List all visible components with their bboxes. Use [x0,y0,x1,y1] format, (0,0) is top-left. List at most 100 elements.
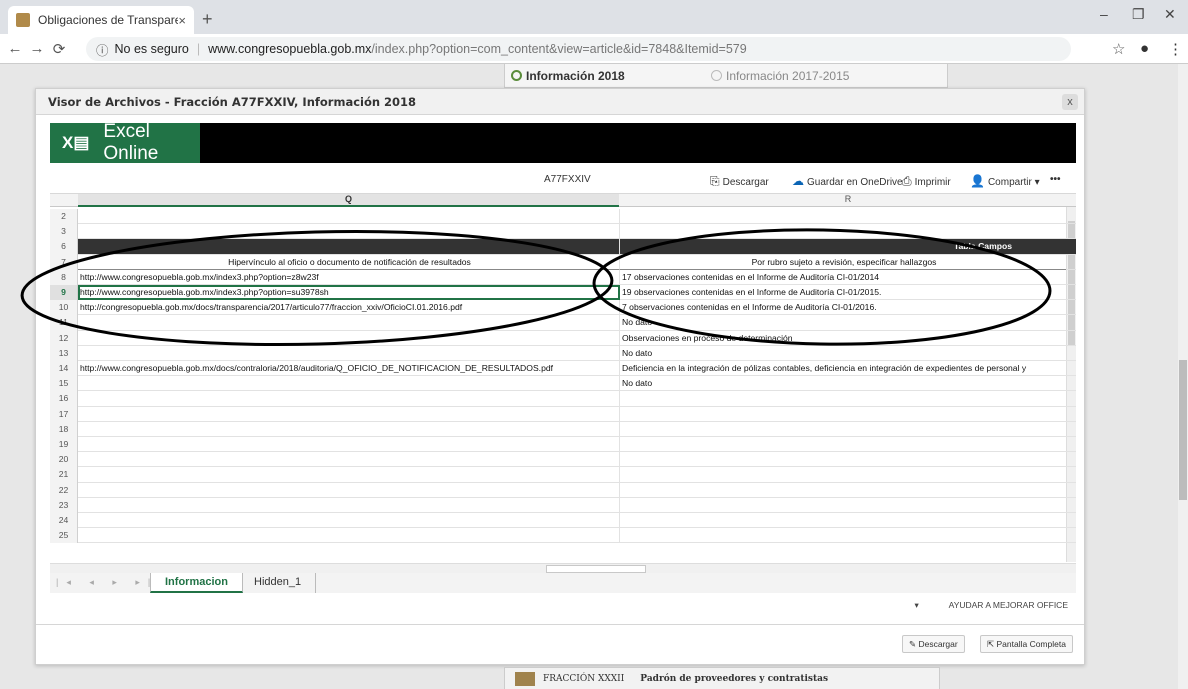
footer-download-button[interactable]: ✎ Descargar [902,635,965,653]
row-number[interactable]: 19 [50,437,78,453]
table-row[interactable]: 24 [50,513,1076,529]
print-button[interactable]: ⎙ Imprimir [902,174,951,189]
cell-r[interactable] [620,209,1066,224]
table-row[interactable]: 13 No dato [50,345,1076,361]
row-number[interactable]: 17 [50,406,78,422]
cell-r[interactable]: No dato [620,376,1066,391]
cell-q[interactable] [78,315,620,331]
cell-q[interactable] [78,345,620,361]
table-row[interactable]: 6 Tabla Campos [50,239,1076,255]
page-scroll-thumb[interactable] [1179,360,1187,500]
cell-r[interactable] [620,407,1066,422]
cell-r[interactable]: Observaciones en proceso de determinació… [620,331,1066,346]
row-number[interactable]: 13 [50,345,78,361]
window-minimize-button[interactable]: – [1100,6,1108,22]
row-number[interactable]: 18 [50,421,78,437]
cell-q[interactable] [78,421,620,437]
url-field[interactable]: ⓘ No es seguro | www.congresopuebla.gob.… [86,37,1071,61]
row-number[interactable]: 25 [50,528,78,544]
row-number[interactable]: 12 [50,330,78,346]
option-2018[interactable]: Información 2018 [505,69,705,83]
table-row[interactable]: 20 [50,452,1076,468]
row-number[interactable]: 9 [50,285,78,301]
table-row[interactable]: 10 http://congresopuebla.gob.mx/docs/tran… [50,300,1076,316]
cell-q[interactable] [78,482,620,498]
menu-kebab-icon[interactable]: ⋮ [1168,40,1183,58]
cell-r[interactable] [620,437,1066,452]
forward-arrow-icon[interactable]: → [26,40,48,57]
excel-logo[interactable]: X▤ Excel Online [50,121,200,164]
table-row[interactable]: 18 [50,421,1076,437]
cell-r[interactable] [620,422,1066,437]
cell-q[interactable] [78,497,620,513]
info-icon[interactable]: ⓘ [96,40,109,59]
table-row[interactable]: 19 [50,437,1076,453]
more-options-button[interactable]: ••• [1050,174,1061,185]
cell-r[interactable]: Por rubro sujeto a revisión, especificar… [620,255,1066,270]
spreadsheet-grid[interactable]: Q R 2 3 6 Tabla Campos 7 Hipervínculo al ofic… [50,193,1076,562]
table-row[interactable]: 3 [50,224,1076,240]
dropdown-caret-icon[interactable]: ▾ [914,600,918,610]
table-row[interactable]: 21 [50,467,1076,483]
row-number[interactable]: 23 [50,497,78,513]
cell-r[interactable] [620,467,1066,482]
table-row[interactable]: 17 [50,406,1076,422]
bookmark-star-icon[interactable]: ☆ [1112,40,1125,58]
row-number[interactable]: 14 [50,361,78,377]
cell-r[interactable] [620,224,1066,239]
radio-selected-icon[interactable] [511,70,522,81]
row-number[interactable]: 16 [50,391,78,407]
cell-r[interactable]: Deficiencia en la integración de pólizas… [620,361,1066,376]
sheet-tab-informacion[interactable]: Informacion [150,573,243,593]
page-scrollbar[interactable] [1178,64,1188,689]
row-number[interactable]: 7 [50,254,78,270]
cell-q[interactable] [78,224,620,240]
table-row[interactable]: 22 [50,482,1076,498]
browser-tab[interactable]: Obligaciones de Transparencia × [8,6,194,34]
table-row[interactable]: 7 Hipervínculo al oficio o documento de n… [50,254,1076,270]
fullscreen-button[interactable]: ⇱ Pantalla Completa [980,635,1073,653]
row-number[interactable]: 21 [50,467,78,483]
cell-q[interactable] [78,391,620,407]
cell-q[interactable] [78,452,620,468]
cell-q[interactable] [78,513,620,529]
row-number[interactable]: 8 [50,269,78,285]
back-arrow-icon[interactable]: ← [4,40,26,57]
cell-r[interactable] [620,391,1066,406]
table-row[interactable]: 9 http://www.congresopuebla.gob.mx/index3… [50,285,1076,301]
table-row[interactable]: 15 No dato [50,376,1076,392]
row-number[interactable]: 20 [50,452,78,468]
table-row[interactable]: 12 Observaciones en proceso de determinac… [50,330,1076,346]
horizontal-scrollbar[interactable] [50,563,1076,573]
cell-r[interactable] [620,483,1066,498]
row-number[interactable]: 11 [50,315,78,331]
radio-unselected-icon[interactable] [711,70,722,81]
row-number[interactable]: 15 [50,376,78,392]
row-number[interactable]: 2 [50,209,78,225]
row-number[interactable]: 6 [50,239,78,255]
cell-q[interactable]: http://www.congresopuebla.gob.mx/index3.… [78,269,620,285]
sheet-nav-arrows-icon[interactable]: |◂ ◂ ▸ ▸| [56,577,158,588]
tab-close-icon[interactable]: × [178,13,186,28]
cell-q[interactable]: http://www.congresopuebla.gob.mx/docs/co… [78,361,620,377]
help-improve-office[interactable]: ▾ AYUDAR A MEJORAR OFFICE [914,600,1068,611]
cell-q[interactable]: http://congresopuebla.gob.mx/docs/transp… [78,300,620,316]
table-row[interactable]: 23 [50,497,1076,513]
option-2017-2015[interactable]: Información 2017-2015 [705,69,905,83]
cell-q[interactable] [78,437,620,453]
row-number[interactable]: 10 [50,300,78,316]
row-number[interactable]: 24 [50,513,78,529]
new-tab-button[interactable]: + [202,9,213,30]
row-number[interactable]: 3 [50,224,78,240]
reload-icon[interactable]: ⟳ [48,40,70,58]
table-row[interactable]: 25 [50,528,1076,544]
table-row[interactable]: 14 http://www.congresopuebla.gob.mx/docs/… [50,361,1076,377]
window-close-button[interactable]: ✕ [1164,6,1176,23]
save-onedrive-button[interactable]: ☁ Guardar en OneDrive [792,174,903,188]
window-maximize-button[interactable]: ❐ [1132,6,1145,23]
cell-r[interactable]: 7 observaciones contenidas en el Informe… [620,300,1066,315]
cell-q[interactable] [78,209,620,225]
dialog-close-button[interactable]: x [1062,94,1078,110]
cell-r[interactable]: No dato [620,315,1066,330]
cell-r[interactable] [620,498,1066,513]
